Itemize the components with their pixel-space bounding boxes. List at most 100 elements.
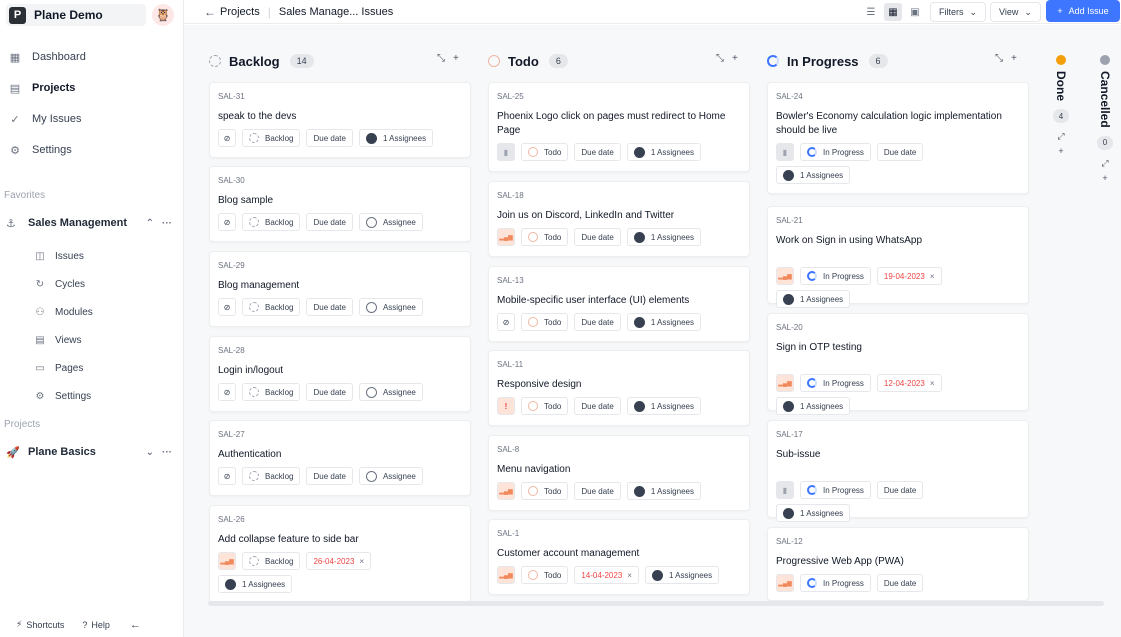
state-dropdown[interactable]: In Progress — [800, 267, 871, 285]
assignee-button[interactable]: 1 Assignees — [776, 290, 851, 308]
plus-icon[interactable]: + — [453, 53, 459, 64]
priority-icon[interactable]: ! — [497, 397, 515, 415]
due-date-button[interactable]: 26-04-2023 × — [306, 552, 372, 570]
state-dropdown[interactable]: Todo — [521, 143, 569, 161]
issue-card[interactable]: SAL-8 Menu navigation ▂▄▆ Todo Due date 1 Ass… — [488, 435, 750, 511]
issue-card[interactable]: SAL-13 Mobile-specific user interface (UI… — [488, 266, 750, 342]
due-date-button[interactable]: 14-04-2023 × — [574, 566, 639, 584]
list-layout-icon[interactable]: ☰ — [862, 3, 880, 21]
issue-title[interactable]: Blog management — [218, 279, 464, 293]
priority-icon[interactable]: ⊘ — [497, 313, 515, 331]
issue-title[interactable]: Menu navigation — [497, 463, 743, 477]
nav-dashboard[interactable]: ▦ Dashboard — [6, 45, 176, 69]
issue-card[interactable]: SAL-25 Phoenix Logo click on pages must r… — [488, 82, 750, 172]
state-dropdown[interactable]: In Progress — [800, 374, 871, 392]
collapse-sidebar-icon[interactable]: ← — [130, 619, 141, 631]
close-icon[interactable]: × — [930, 379, 935, 388]
assignee-button[interactable]: 1 Assignees — [218, 575, 293, 593]
state-dropdown[interactable]: Backlog — [242, 467, 301, 485]
due-date-button[interactable]: Due date — [876, 143, 924, 161]
issue-card[interactable]: SAL-21 Work on Sign in using WhatsApp ▂▄▆ I… — [767, 206, 1029, 308]
priority-icon[interactable]: ▮ — [497, 143, 515, 161]
state-dropdown[interactable]: In Progress — [800, 574, 871, 592]
issue-card[interactable]: SAL-18 Join us on Discord, LinkedIn and T… — [488, 181, 750, 257]
workspace-switcher[interactable]: P Plane Demo — [6, 4, 146, 26]
issue-title[interactable]: Customer account management — [497, 547, 743, 561]
nav-projects[interactable]: ▤ Projects — [6, 76, 176, 100]
issue-card[interactable]: SAL-31 speak to the devs ⊘ Backlog Due date 1… — [209, 82, 471, 158]
horizontal-scrollbar[interactable] — [208, 601, 1104, 606]
issue-title[interactable]: Work on Sign in using WhatsApp — [776, 234, 1022, 248]
priority-icon[interactable]: ⊘ — [218, 129, 236, 147]
due-date-button[interactable]: Due date — [574, 313, 621, 331]
assignee-button[interactable]: Assignee — [358, 213, 423, 231]
priority-icon[interactable]: ▂▄▆ — [497, 482, 515, 500]
assignee-button[interactable]: 1 Assignees — [626, 397, 701, 415]
state-dropdown[interactable]: Backlog — [242, 129, 301, 147]
state-dropdown[interactable]: In Progress — [800, 143, 871, 161]
subnav-settings[interactable]: ⚙ Settings — [34, 386, 174, 406]
assignee-button[interactable]: Assignee — [358, 383, 423, 401]
view-button[interactable]: View ⌄ — [990, 2, 1041, 22]
collapsed-column-done[interactable]: Done 4 ⤢ + — [1049, 55, 1073, 156]
state-dropdown[interactable]: Todo — [521, 397, 569, 415]
state-dropdown[interactable]: Todo — [521, 313, 569, 331]
kanban-layout-icon[interactable]: ▦ — [884, 3, 902, 21]
priority-icon[interactable]: ▂▄▆ — [776, 574, 794, 592]
nav-my-issues[interactable]: ✓ My Issues — [6, 107, 176, 131]
user-avatar[interactable]: 🦉 — [152, 4, 174, 26]
issue-card[interactable]: SAL-20 Sign in OTP testing ▂▄▆ In Progress 1… — [767, 313, 1029, 415]
issue-title[interactable]: Sub-issue — [776, 448, 1022, 462]
due-date-button[interactable]: Due date — [876, 481, 924, 499]
minimize-icon[interactable]: ⤡ — [716, 53, 724, 64]
minimize-icon[interactable]: ⤡ — [437, 53, 445, 64]
issue-card[interactable]: SAL-1 Customer account management ▂▄▆ Todo 1… — [488, 519, 750, 595]
state-dropdown[interactable]: Backlog — [242, 298, 301, 316]
assignee-button[interactable]: 1 Assignees — [776, 397, 851, 415]
due-date-button[interactable]: Due date — [306, 383, 353, 401]
subnav-cycles[interactable]: ↻ Cycles — [34, 274, 174, 294]
priority-icon[interactable]: ▂▄▆ — [497, 228, 515, 246]
state-dropdown[interactable]: Todo — [521, 482, 569, 500]
issue-title[interactable]: Blog sample — [218, 194, 464, 208]
priority-icon[interactable]: ▮ — [776, 143, 794, 161]
issue-title[interactable]: Progressive Web App (PWA) — [776, 555, 1022, 569]
due-date-button[interactable]: Due date — [306, 213, 353, 231]
add-issue-button[interactable]: + Add Issue — [1046, 0, 1120, 22]
close-icon[interactable]: × — [627, 571, 632, 580]
issue-title[interactable]: Responsive design — [497, 378, 743, 392]
back-arrow-icon[interactable]: ← — [204, 5, 220, 19]
issue-title[interactable]: Login in/logout — [218, 364, 464, 378]
subnav-views[interactable]: ▤ Views — [34, 330, 174, 350]
priority-icon[interactable]: ⊘ — [218, 298, 236, 316]
state-dropdown[interactable]: In Progress — [800, 481, 871, 499]
issue-title[interactable]: Join us on Discord, LinkedIn and Twitter — [497, 209, 743, 223]
due-date-button[interactable]: Due date — [574, 397, 621, 415]
calendar-layout-icon[interactable]: ▣ — [906, 3, 924, 21]
breadcrumb-projects[interactable]: Projects — [220, 6, 260, 18]
plus-icon[interactable]: + — [1011, 53, 1017, 64]
priority-icon[interactable]: ▂▄▆ — [776, 374, 794, 392]
issue-title[interactable]: speak to the devs — [218, 110, 464, 124]
due-date-button[interactable]: Due date — [574, 228, 621, 246]
due-date-button[interactable]: 19-04-2023 × — [876, 267, 942, 285]
expand-icon[interactable]: ⤢ — [1057, 131, 1064, 142]
expand-icon[interactable]: ⤢ — [1101, 158, 1108, 169]
more-icon[interactable]: ··· — [162, 218, 172, 229]
state-dropdown[interactable]: Todo — [521, 228, 569, 246]
assignee-button[interactable]: 1 Assignees — [626, 143, 701, 161]
due-date-button[interactable]: Due date — [574, 482, 621, 500]
state-dropdown[interactable]: Todo — [521, 566, 569, 584]
issue-card[interactable]: SAL-30 Blog sample ⊘ Backlog Due date Assigne… — [209, 166, 471, 242]
due-date-button[interactable]: Due date — [306, 467, 353, 485]
assignee-button[interactable]: 1 Assignees — [776, 166, 851, 184]
issue-card[interactable]: SAL-12 Progressive Web App (PWA) ▂▄▆ In Pro… — [767, 527, 1029, 601]
assignee-button[interactable]: 1 Assignees — [626, 482, 701, 500]
shortcuts-button[interactable]: ⚡ Shortcuts — [16, 619, 64, 630]
close-icon[interactable]: × — [930, 272, 935, 281]
priority-icon[interactable]: ▂▄▆ — [497, 566, 515, 584]
issue-title[interactable]: Sign in OTP testing — [776, 341, 1022, 355]
help-button[interactable]: ? Help — [82, 620, 110, 630]
due-date-button[interactable]: Due date — [306, 298, 353, 316]
subnav-issues[interactable]: ◫ Issues — [34, 246, 174, 266]
